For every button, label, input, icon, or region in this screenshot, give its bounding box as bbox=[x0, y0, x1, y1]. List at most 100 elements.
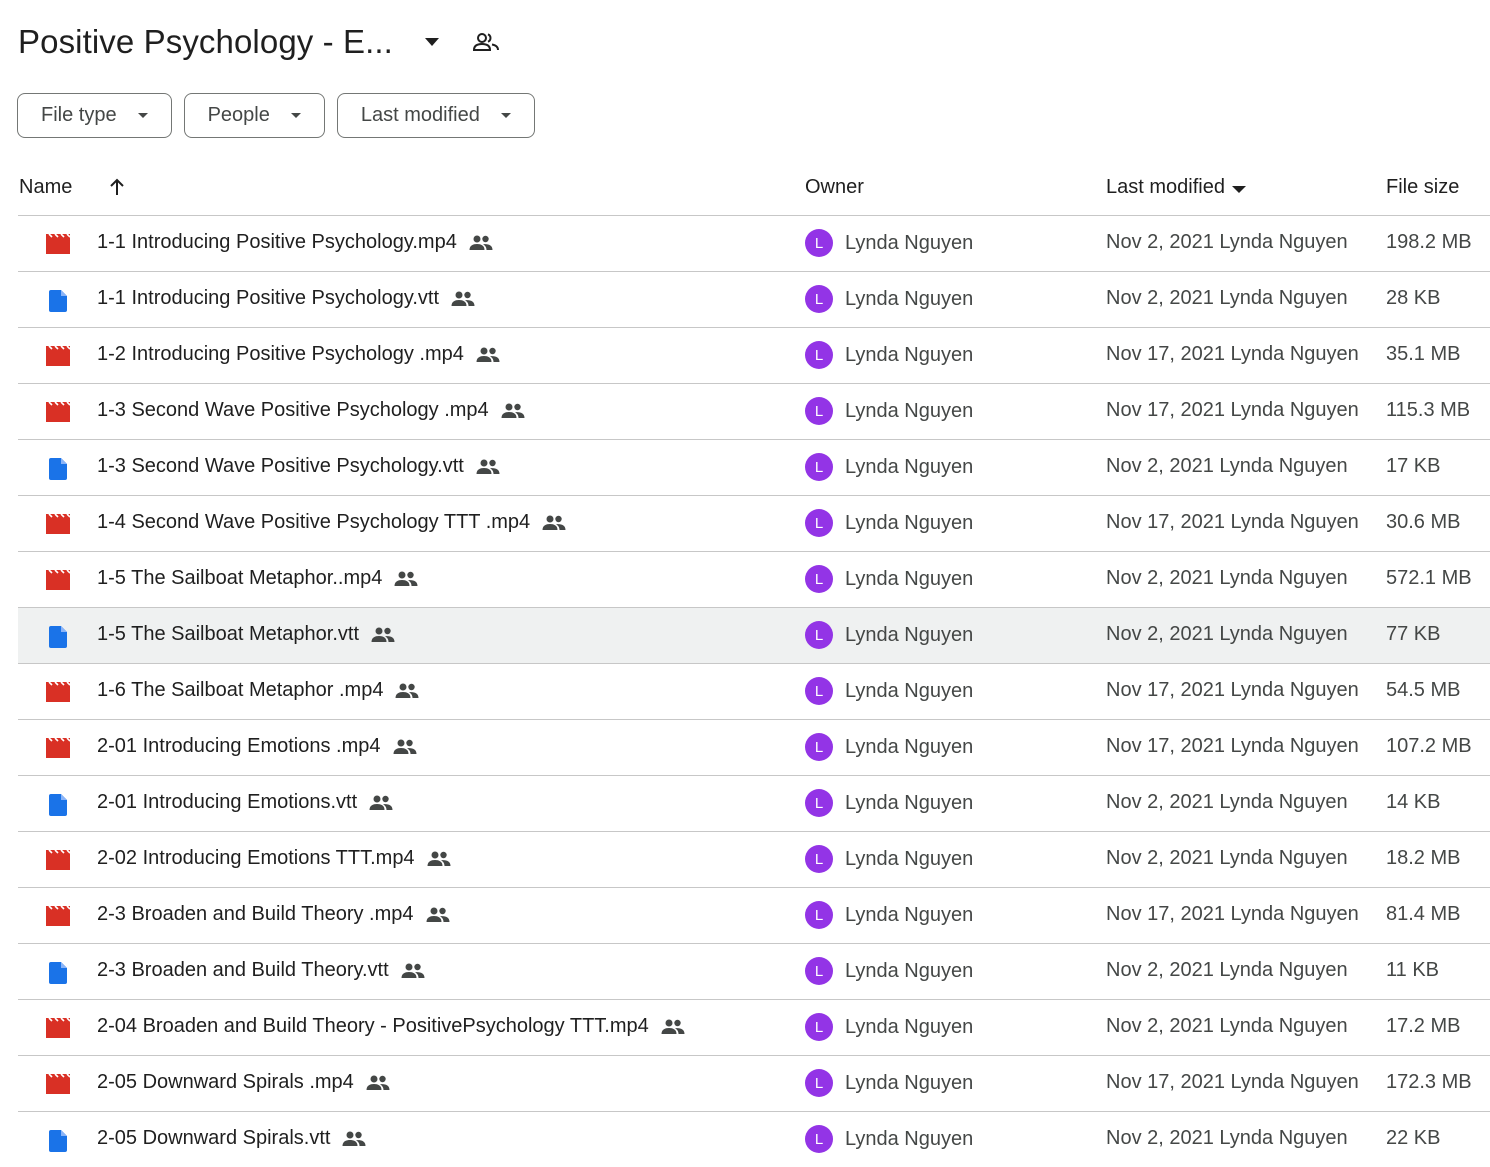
file-size-cell: 18.2 MB bbox=[1386, 847, 1461, 869]
avatar[interactable]: L bbox=[805, 901, 833, 929]
file-name: 1-6 The Sailboat Metaphor .mp4 bbox=[97, 679, 384, 701]
file-size-cell: 35.1 MB bbox=[1386, 343, 1461, 365]
avatar[interactable]: L bbox=[805, 509, 833, 537]
owner-name: Lynda Nguyen bbox=[845, 343, 974, 366]
file-size-cell: 54.5 MB bbox=[1386, 679, 1461, 701]
avatar[interactable]: L bbox=[805, 1125, 833, 1153]
last-modified-cell: Nov 17, 2021 Lynda Nguyen bbox=[1106, 511, 1359, 533]
file-name: 2-05 Downward Spirals .mp4 bbox=[97, 1071, 354, 1093]
file-row[interactable]: 1-2 Introducing Positive Psychology .mp4… bbox=[18, 328, 1490, 384]
avatar[interactable]: L bbox=[805, 1069, 833, 1097]
file-row[interactable]: 2-01 Introducing Emotions .mp4 L Lynda N… bbox=[18, 720, 1490, 776]
last-modified-cell: Nov 2, 2021 Lynda Nguyen bbox=[1106, 847, 1348, 869]
avatar[interactable]: L bbox=[805, 789, 833, 817]
owner-cell: L Lynda Nguyen bbox=[805, 509, 973, 537]
name-column-header[interactable]: Name bbox=[19, 176, 72, 199]
file-row[interactable]: 1-3 Second Wave Positive Psychology .mp4… bbox=[18, 384, 1490, 440]
file-name-cell: 1-4 Second Wave Positive Psychology TTT … bbox=[97, 511, 568, 534]
document-file-icon bbox=[49, 794, 73, 816]
avatar[interactable]: L bbox=[805, 229, 833, 257]
file-row[interactable]: 1-6 The Sailboat Metaphor .mp4 L Lynda N… bbox=[18, 664, 1490, 720]
owner-cell: L Lynda Nguyen bbox=[805, 901, 973, 929]
shared-people-icon bbox=[426, 905, 452, 925]
avatar[interactable]: L bbox=[805, 285, 833, 313]
file-size-cell: 14 KB bbox=[1386, 791, 1441, 813]
file-name-cell: 2-05 Downward Spirals.vtt bbox=[97, 1127, 368, 1150]
owner-name: Lynda Nguyen bbox=[845, 903, 974, 926]
owner-name: Lynda Nguyen bbox=[845, 287, 974, 310]
shared-people-icon bbox=[401, 961, 427, 981]
file-name: 2-3 Broaden and Build Theory.vtt bbox=[97, 959, 389, 981]
file-row[interactable]: 2-02 Introducing Emotions TTT.mp4 L Lynd… bbox=[18, 832, 1490, 888]
file-row[interactable]: 2-01 Introducing Emotions.vtt L Lynda Ng… bbox=[18, 776, 1490, 832]
last-modified-cell: Nov 2, 2021 Lynda Nguyen bbox=[1106, 231, 1348, 253]
file-size-cell: 28 KB bbox=[1386, 287, 1441, 309]
file-row[interactable]: 1-4 Second Wave Positive Psychology TTT … bbox=[18, 496, 1490, 552]
owner-cell: L Lynda Nguyen bbox=[805, 789, 973, 817]
document-file-icon bbox=[49, 626, 73, 648]
avatar[interactable]: L bbox=[805, 453, 833, 481]
avatar[interactable]: L bbox=[805, 621, 833, 649]
file-row[interactable]: 2-3 Broaden and Build Theory.vtt L Lynda… bbox=[18, 944, 1490, 1000]
people-icon[interactable] bbox=[471, 27, 501, 57]
file-name: 1-2 Introducing Positive Psychology .mp4 bbox=[97, 343, 464, 365]
file-size-cell: 17.2 MB bbox=[1386, 1015, 1461, 1037]
avatar[interactable]: L bbox=[805, 845, 833, 873]
file-row[interactable]: 2-05 Downward Spirals.vtt L Lynda Nguyen… bbox=[18, 1112, 1490, 1167]
file-row[interactable]: 1-5 The Sailboat Metaphor.vtt L Lynda Ng… bbox=[18, 608, 1490, 664]
file-size-column-header[interactable]: File size bbox=[1386, 176, 1459, 199]
file-row[interactable]: 2-04 Broaden and Build Theory - Positive… bbox=[18, 1000, 1490, 1056]
owner-name: Lynda Nguyen bbox=[845, 735, 974, 758]
folder-title[interactable]: Positive Psychology - E... bbox=[18, 23, 393, 61]
shared-people-icon bbox=[369, 793, 395, 813]
owner-cell: L Lynda Nguyen bbox=[805, 565, 973, 593]
file-name: 1-1 Introducing Positive Psychology.mp4 bbox=[97, 231, 457, 253]
shared-people-icon bbox=[393, 737, 419, 757]
avatar[interactable]: L bbox=[805, 957, 833, 985]
file-size-cell: 572.1 MB bbox=[1386, 567, 1472, 589]
file-name: 1-3 Second Wave Positive Psychology.vtt bbox=[97, 455, 464, 477]
file-name-cell: 2-02 Introducing Emotions TTT.mp4 bbox=[97, 847, 453, 870]
shared-people-icon bbox=[395, 681, 421, 701]
avatar[interactable]: L bbox=[805, 733, 833, 761]
sort-ascending-icon[interactable] bbox=[104, 174, 130, 200]
last-modified-cell: Nov 17, 2021 Lynda Nguyen bbox=[1106, 735, 1359, 757]
owner-column-header[interactable]: Owner bbox=[805, 176, 864, 199]
avatar[interactable]: L bbox=[805, 341, 833, 369]
shared-people-icon bbox=[501, 401, 527, 421]
arrow-drop-down-icon[interactable] bbox=[419, 29, 445, 55]
shared-people-icon bbox=[476, 345, 502, 365]
avatar[interactable]: L bbox=[805, 1013, 833, 1041]
last-modified-cell: Nov 17, 2021 Lynda Nguyen bbox=[1106, 1071, 1359, 1093]
file-name-cell: 1-5 The Sailboat Metaphor.vtt bbox=[97, 623, 397, 646]
avatar[interactable]: L bbox=[805, 565, 833, 593]
document-file-icon bbox=[49, 962, 73, 984]
file-name-cell: 1-1 Introducing Positive Psychology.mp4 bbox=[97, 231, 495, 254]
video-file-icon bbox=[46, 905, 71, 928]
owner-name: Lynda Nguyen bbox=[845, 511, 974, 534]
last-modified-cell: Nov 2, 2021 Lynda Nguyen bbox=[1106, 1015, 1348, 1037]
file-row[interactable]: 1-1 Introducing Positive Psychology.mp4 … bbox=[18, 216, 1490, 272]
file-list-header: Name Owner Last modified File size bbox=[18, 160, 1490, 216]
avatar[interactable]: L bbox=[805, 397, 833, 425]
last-modified-column-header[interactable]: Last modified bbox=[1106, 176, 1246, 199]
file-row[interactable]: 2-05 Downward Spirals .mp4 L Lynda Nguye… bbox=[18, 1056, 1490, 1112]
file-row[interactable]: 1-5 The Sailboat Metaphor..mp4 L Lynda N… bbox=[18, 552, 1490, 608]
shared-people-icon bbox=[542, 513, 568, 533]
owner-name: Lynda Nguyen bbox=[845, 847, 974, 870]
avatar[interactable]: L bbox=[805, 677, 833, 705]
file-type-filter[interactable]: File type bbox=[17, 93, 172, 138]
last-modified-filter[interactable]: Last modified bbox=[336, 93, 535, 138]
video-file-icon bbox=[46, 345, 71, 368]
video-file-icon bbox=[46, 1017, 71, 1040]
shared-people-icon bbox=[394, 569, 420, 589]
people-filter[interactable]: People bbox=[183, 93, 325, 138]
chip-label: People bbox=[207, 104, 270, 126]
owner-name: Lynda Nguyen bbox=[845, 231, 974, 254]
file-row[interactable]: 1-1 Introducing Positive Psychology.vtt … bbox=[18, 272, 1490, 328]
file-size-cell: 11 KB bbox=[1386, 959, 1439, 981]
file-name: 1-4 Second Wave Positive Psychology TTT … bbox=[97, 511, 531, 533]
file-row[interactable]: 2-3 Broaden and Build Theory .mp4 L Lynd… bbox=[18, 888, 1490, 944]
file-row[interactable]: 1-3 Second Wave Positive Psychology.vtt … bbox=[18, 440, 1490, 496]
file-size-cell: 107.2 MB bbox=[1386, 735, 1472, 757]
